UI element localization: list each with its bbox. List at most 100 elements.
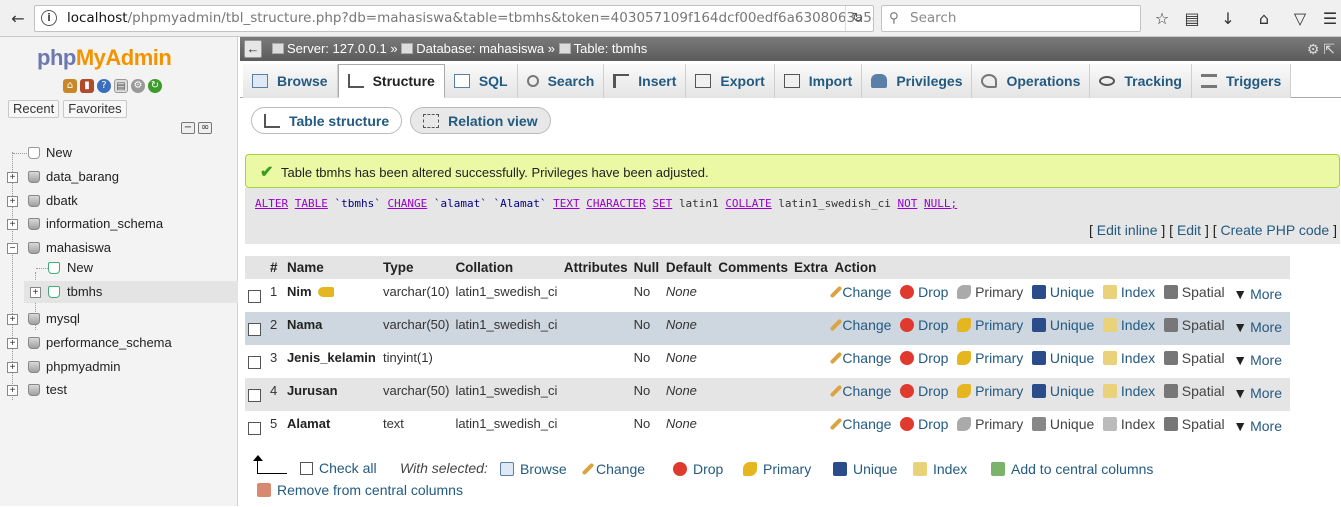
create-php-link[interactable]: Create PHP code	[1221, 222, 1330, 238]
spatial-button[interactable]: Spatial	[1163, 416, 1225, 432]
change-button[interactable]: Change	[830, 350, 891, 366]
link-icon[interactable]: ∞	[198, 122, 212, 134]
reload-icon[interactable]: ↻	[148, 79, 162, 93]
sql-keyword[interactable]: COLLATE	[725, 197, 771, 210]
bulk-index-button[interactable]: Index	[913, 461, 967, 477]
expand-icon[interactable]: +	[7, 196, 18, 207]
tree-item-information_schema[interactable]: + information_schema	[0, 213, 238, 235]
subtab-table-structure[interactable]: Table structure	[251, 107, 403, 134]
settings-gear-icon[interactable]: ⚙ ⇱	[1307, 37, 1335, 61]
tab-sql[interactable]: SQL	[444, 64, 518, 98]
more-dropdown[interactable]: ▼ More	[1233, 286, 1282, 302]
tree-item-new[interactable]: New	[0, 142, 238, 164]
breadcrumb-table[interactable]: Table: tbmhs	[574, 41, 648, 56]
bulk-drop-button[interactable]: Drop	[673, 461, 723, 477]
home-icon[interactable]: ⌂	[1252, 6, 1276, 30]
favorites-button[interactable]: Favorites	[63, 100, 127, 118]
tab-tracking[interactable]: Tracking	[1090, 64, 1192, 98]
back-arrow-icon[interactable]: ←	[6, 6, 30, 30]
unique-button[interactable]: Unique	[1031, 317, 1094, 333]
sql-keyword[interactable]: NULL;	[924, 197, 957, 210]
drop-button[interactable]: Drop	[900, 416, 948, 432]
add-central-columns-button[interactable]: Add to central columns	[991, 461, 1153, 477]
sql-keyword[interactable]: NOT	[898, 197, 918, 210]
tree-item-phpmyadmin[interactable]: + phpmyadmin	[0, 356, 238, 378]
info-icon[interactable]: i	[41, 10, 57, 26]
primary-button[interactable]: Primary	[957, 383, 1023, 399]
subtab-relation-view[interactable]: Relation view	[410, 107, 551, 134]
row-checkbox[interactable]	[248, 290, 261, 303]
change-button[interactable]: Change	[830, 416, 891, 432]
expand-icon[interactable]: +	[30, 287, 41, 298]
unique-button[interactable]: Unique	[1031, 350, 1094, 366]
settings-gear-icon[interactable]: ⚙	[131, 79, 145, 93]
bulk-unique-button[interactable]: Unique	[833, 461, 897, 477]
more-dropdown[interactable]: ▼ More	[1233, 418, 1282, 434]
sql-keyword[interactable]: TABLE	[295, 197, 328, 210]
url-bar[interactable]: i localhost/phpmyadmin/tbl_structure.php…	[34, 5, 874, 32]
bulk-browse-button[interactable]: Browse	[500, 461, 567, 477]
drop-button[interactable]: Drop	[900, 383, 948, 399]
collapse-panel-icon[interactable]: ←	[244, 40, 262, 58]
index-button[interactable]: Index	[1102, 350, 1155, 366]
recent-button[interactable]: Recent	[8, 100, 60, 118]
check-all-checkbox[interactable]	[300, 461, 313, 475]
tab-browse[interactable]: Browse	[243, 64, 338, 98]
check-all[interactable]: Check all	[300, 460, 377, 476]
primary-button[interactable]: Primary	[957, 317, 1023, 333]
tree-item-mahasiswa[interactable]: − mahasiswa	[0, 237, 238, 259]
tree-item-dbatk[interactable]: + dbatk	[0, 190, 238, 212]
reload-icon[interactable]: ↻	[845, 6, 869, 31]
expand-icon[interactable]: +	[7, 385, 18, 396]
more-dropdown[interactable]: ▼ More	[1233, 352, 1282, 368]
spatial-button[interactable]: Spatial	[1163, 284, 1225, 300]
tab-structure[interactable]: Structure	[337, 64, 445, 98]
index-button[interactable]: Index	[1102, 317, 1155, 333]
menu-icon[interactable]: ☰	[1318, 6, 1341, 30]
change-button[interactable]: Change	[830, 284, 891, 300]
reading-list-icon[interactable]: ▤	[1180, 6, 1204, 30]
sql-keyword[interactable]: CHANGE	[387, 197, 427, 210]
edit-link[interactable]: Edit	[1177, 222, 1201, 238]
tree-item-mysql[interactable]: + mysql	[0, 308, 238, 330]
row-checkbox[interactable]	[248, 422, 261, 435]
pocket-icon[interactable]: ▽	[1288, 6, 1312, 30]
check-all-label[interactable]: Check all	[319, 460, 377, 476]
home-icon[interactable]: ⌂	[63, 79, 77, 93]
tab-triggers[interactable]: Triggers	[1191, 64, 1292, 98]
drop-button[interactable]: Drop	[900, 317, 948, 333]
sql-keyword[interactable]: TEXT	[553, 197, 580, 210]
expand-icon[interactable]: +	[7, 314, 18, 325]
sql-keyword[interactable]: ALTER	[255, 197, 288, 210]
collapse-icon[interactable]: −	[7, 243, 18, 254]
tab-operations[interactable]: Operations	[972, 64, 1091, 98]
change-button[interactable]: Change	[830, 317, 891, 333]
breadcrumb-database[interactable]: Database: mahasiswa	[416, 41, 544, 56]
help-icon[interactable]: ?	[97, 79, 111, 93]
tree-item-performance_schema[interactable]: + performance_schema	[0, 332, 238, 354]
tab-privileges[interactable]: Privileges	[862, 64, 973, 98]
bookmark-star-icon[interactable]: ☆	[1150, 6, 1174, 30]
index-button[interactable]: Index	[1102, 284, 1155, 300]
spatial-button[interactable]: Spatial	[1163, 350, 1225, 366]
sql-keyword[interactable]: SET	[652, 197, 672, 210]
change-button[interactable]: Change	[830, 383, 891, 399]
browser-search-input[interactable]: ⚲ Search	[881, 5, 1141, 32]
expand-icon[interactable]: +	[7, 338, 18, 349]
exit-icon[interactable]: ▮	[80, 79, 94, 93]
drop-button[interactable]: Drop	[900, 284, 948, 300]
tree-item-test[interactable]: + test	[0, 379, 238, 401]
remove-central-columns-button[interactable]: Remove from central columns	[257, 482, 463, 498]
row-checkbox[interactable]	[248, 356, 261, 369]
tree-item-data_barang[interactable]: + data_barang	[0, 166, 238, 188]
expand-icon[interactable]: +	[7, 219, 18, 230]
download-icon[interactable]: ↓	[1216, 6, 1240, 30]
tree-item-tbmhs[interactable]: + tbmhs	[24, 281, 238, 303]
breadcrumb-server[interactable]: Server: 127.0.0.1	[287, 41, 387, 56]
spatial-button[interactable]: Spatial	[1163, 317, 1225, 333]
tree-item-mahasiswa-new[interactable]: New	[0, 257, 238, 279]
phpmyadmin-logo[interactable]: phpMyAdmin	[37, 45, 172, 71]
expand-icon[interactable]: +	[7, 362, 18, 373]
edit-inline-link[interactable]: Edit inline	[1097, 222, 1158, 238]
bulk-change-button[interactable]: Change	[581, 461, 645, 477]
